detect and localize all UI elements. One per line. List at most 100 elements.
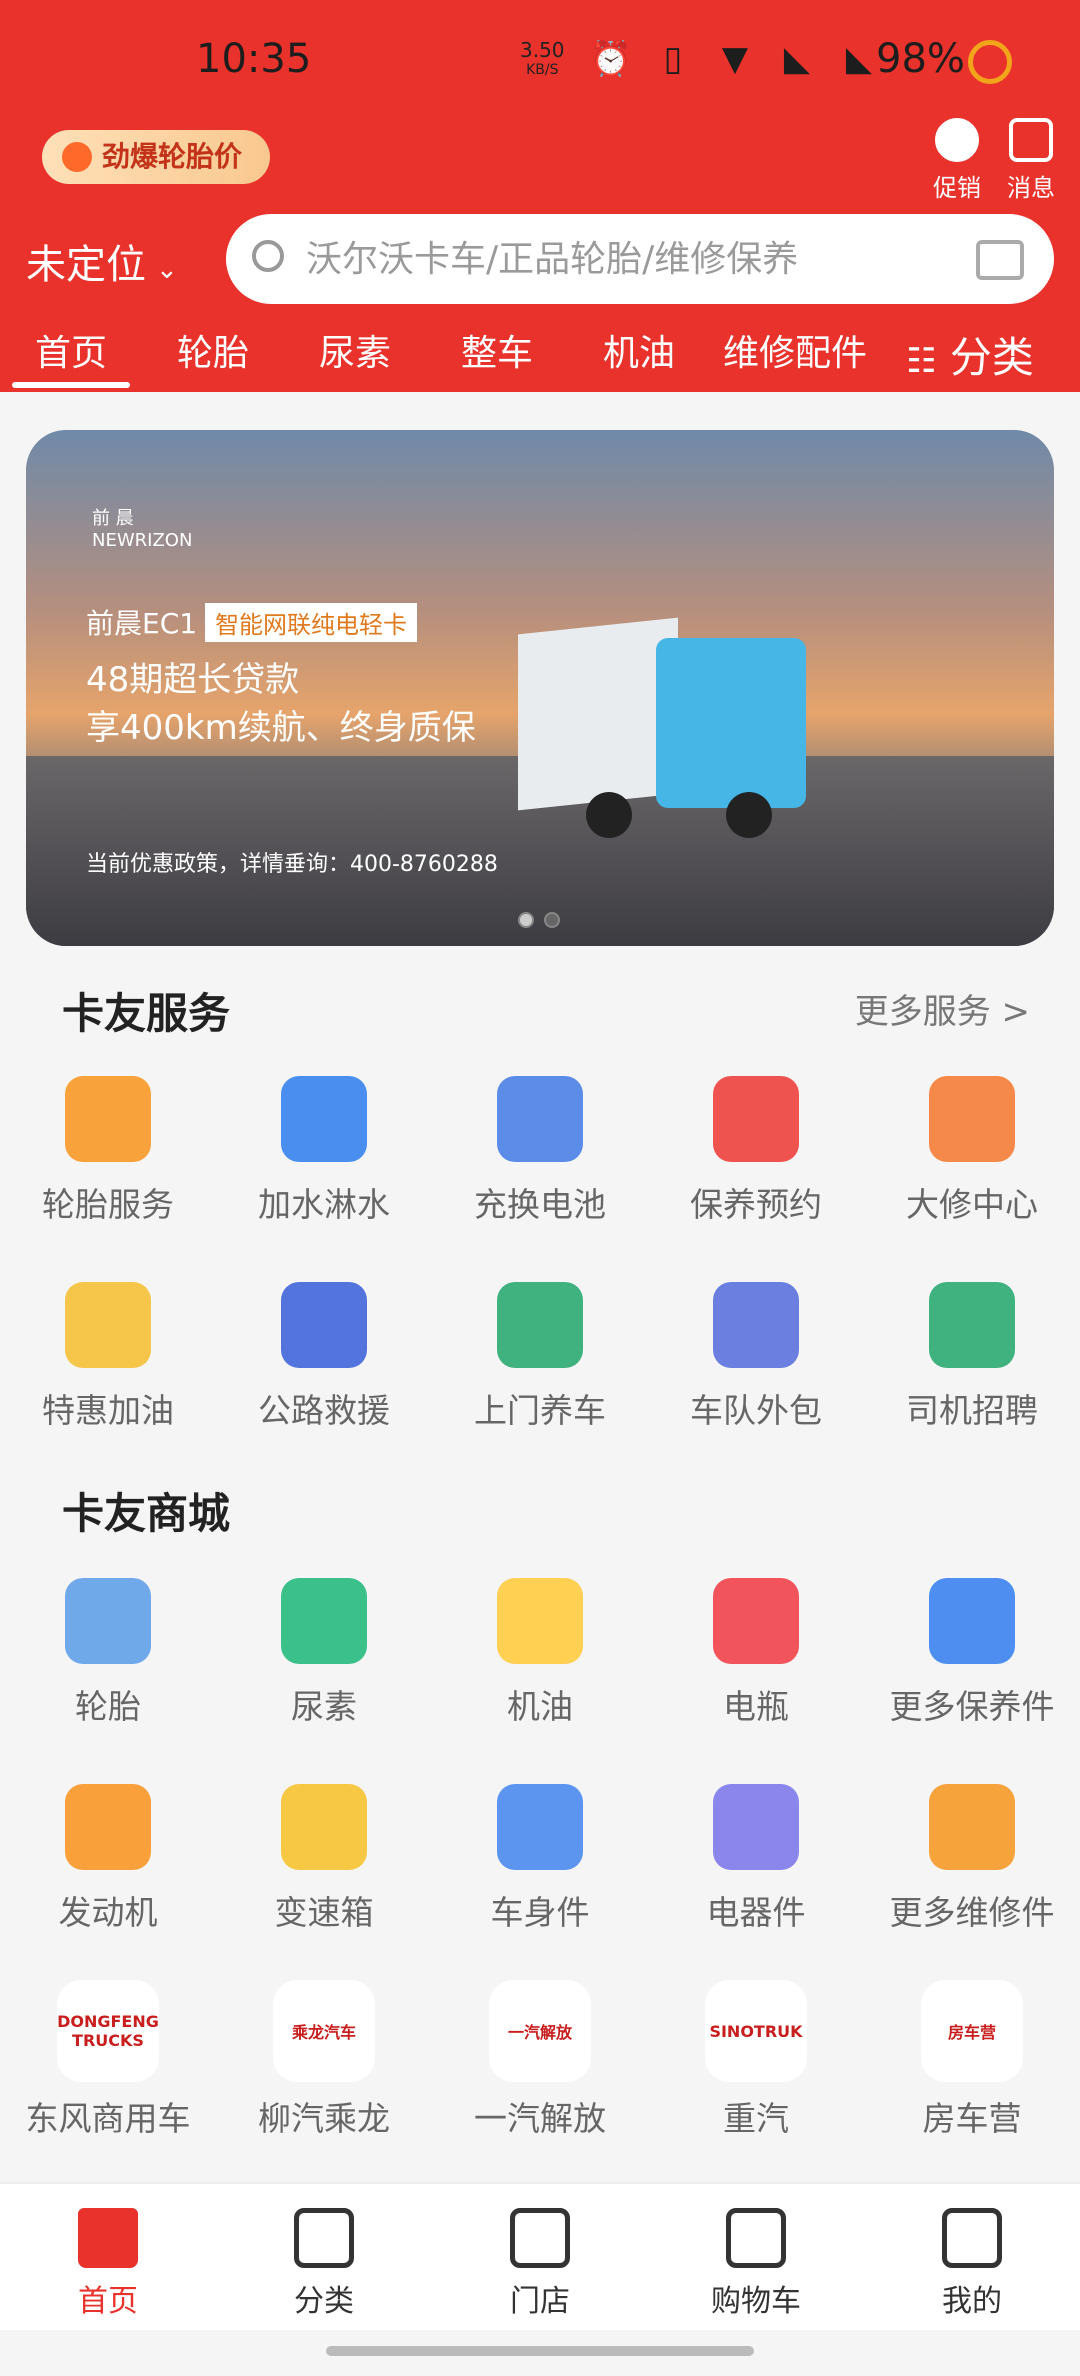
service-icon <box>65 1076 151 1162</box>
service-item[interactable]: 司机招聘 <box>864 1254 1080 1460</box>
banner-model-name: 前晨EC1 <box>86 607 198 640</box>
truck-wheel <box>586 792 632 838</box>
nav-cart-label: 购物车 <box>711 2284 801 2319</box>
mall-item[interactable]: 更多维修件 <box>864 1756 1080 1962</box>
service-item[interactable]: 上门养车 <box>432 1254 648 1460</box>
store-icon <box>510 2208 570 2268</box>
service-label: 特惠加油 <box>42 1391 174 1430</box>
mall-label: 电器件 <box>706 1893 806 1932</box>
speed-value: 3.50 <box>520 38 565 62</box>
promo-action[interactable]: 促销 <box>922 118 992 203</box>
mall-item[interactable]: 轮胎 <box>0 1550 216 1756</box>
service-item[interactable]: 车队外包 <box>648 1254 864 1460</box>
service-icon <box>281 1076 367 1162</box>
grid-icon <box>294 2208 354 2268</box>
mall-label: 发动机 <box>58 1893 158 1932</box>
brand-icon: 一汽解放 <box>489 1980 591 2082</box>
truck-cab <box>656 638 806 808</box>
brand-icon: DONGFENG TRUCKS <box>57 1980 159 2082</box>
scan-icon[interactable] <box>976 240 1024 280</box>
tab-engine-oil[interactable]: 机油 <box>568 318 710 392</box>
more-services-link[interactable]: 更多服务 > <box>855 984 1030 1033</box>
tab-tires[interactable]: 轮胎 <box>142 318 284 392</box>
banner-tag: 智能网联纯电轻卡 <box>205 603 418 642</box>
nav-cart[interactable]: 购物车 <box>648 2184 864 2330</box>
brand-label: 一汽解放 <box>474 2099 606 2138</box>
service-label: 保养预约 <box>690 1185 822 1224</box>
brand-grid: DONGFENG TRUCKS 东风商用车 乘龙汽车 柳汽乘龙 一汽解放 一汽解放 SINO… <box>0 1962 1080 2168</box>
tab-urea[interactable]: 尿素 <box>284 318 426 392</box>
message-action[interactable]: 消息 <box>996 118 1066 203</box>
service-item[interactable]: 轮胎服务 <box>0 1048 216 1254</box>
service-item[interactable]: 充换电池 <box>432 1048 648 1254</box>
service-icon <box>65 1282 151 1368</box>
chevron-down-icon: ⌄ <box>156 255 178 285</box>
tab-categories[interactable]: ☷ 分类 <box>880 318 1060 392</box>
nav-categories[interactable]: 分类 <box>216 2184 432 2330</box>
service-item[interactable]: 保养预约 <box>648 1048 864 1254</box>
mall-label: 电瓶 <box>723 1687 789 1726</box>
network-speed: 3.50 KB/S <box>520 40 565 80</box>
tab-repair-parts[interactable]: 维修配件 <box>710 318 880 392</box>
mall-item[interactable]: 更多保养件 <box>864 1550 1080 1756</box>
mall-icon <box>713 1578 799 1664</box>
service-label: 车队外包 <box>690 1391 822 1430</box>
promo-banner[interactable]: 前 晨 NEWRIZON 前晨EC1 智能网联纯电轻卡 48期超长贷款 享400k… <box>26 430 1054 946</box>
service-item[interactable]: 特惠加油 <box>0 1254 216 1460</box>
battery-icon <box>968 40 1012 84</box>
mall-item[interactable]: 电器件 <box>648 1756 864 1962</box>
service-label: 司机招聘 <box>906 1391 1038 1430</box>
mall-item[interactable]: 变速箱 <box>216 1756 432 1962</box>
status-bar: 10:35 3.50 KB/S ⏰ ▯ ▼ ◣ ◣ 98% <box>0 0 1080 120</box>
nav-home[interactable]: 首页 <box>0 2184 216 2330</box>
mall-item[interactable]: 车身件 <box>432 1756 648 1962</box>
services-grid: 轮胎服务 加水淋水 充换电池 保养预约 大修中心特惠加油 公路救援 上门养车 车队外包 司机招聘 <box>0 1048 1080 1460</box>
page-dot[interactable] <box>518 912 534 928</box>
services-title: 卡友服务 <box>62 989 231 1038</box>
mall-label: 机油 <box>507 1687 573 1726</box>
nav-home-label: 首页 <box>78 2284 138 2319</box>
mall-item[interactable]: 发动机 <box>0 1756 216 1962</box>
mall-icon <box>281 1784 367 1870</box>
bottom-nav: 首页 分类 门店 购物车 我的 <box>0 2182 1080 2330</box>
mall-label: 更多维修件 <box>889 1893 1055 1932</box>
location-label: 未定位 <box>26 242 146 288</box>
mall-item[interactable]: 电瓶 <box>648 1550 864 1756</box>
banner-pagination <box>518 912 560 928</box>
brand-item[interactable]: 一汽解放 一汽解放 <box>432 1962 648 2168</box>
service-label: 充换电池 <box>474 1185 606 1224</box>
wifi-icon: ▼ <box>721 39 749 79</box>
nav-profile[interactable]: 我的 <box>864 2184 1080 2330</box>
service-item[interactable]: 公路救援 <box>216 1254 432 1460</box>
search-input[interactable] <box>306 228 956 290</box>
service-item[interactable]: 大修中心 <box>864 1048 1080 1254</box>
brand-item[interactable]: DONGFENG TRUCKS 东风商用车 <box>0 1962 216 2168</box>
service-icon <box>713 1076 799 1162</box>
promo-action-label: 促销 <box>933 174 981 202</box>
nav-stores[interactable]: 门店 <box>432 2184 648 2330</box>
brand-item[interactable]: SINOTRUK 重汽 <box>648 1962 864 2168</box>
page-dot-active[interactable] <box>544 912 560 928</box>
speed-unit: KB/S <box>526 62 559 78</box>
brand-item[interactable]: 房车营 房车营 <box>864 1962 1080 2168</box>
promo-pill[interactable]: 劲爆轮胎价 <box>42 130 271 184</box>
brand-label: 东风商用车 <box>25 2099 191 2138</box>
search-bar[interactable] <box>226 214 1054 304</box>
service-icon <box>497 1282 583 1368</box>
cart-icon <box>726 2208 786 2268</box>
service-item[interactable]: 加水淋水 <box>216 1048 432 1254</box>
service-label: 加水淋水 <box>258 1185 390 1224</box>
brand-icon: 房车营 <box>921 1980 1023 2082</box>
banner-logo: 前 晨 NEWRIZON <box>92 504 192 551</box>
brand-item[interactable]: 乘龙汽车 柳汽乘龙 <box>216 1962 432 2168</box>
battery-percent: 98% <box>876 36 965 82</box>
mall-item[interactable]: 尿素 <box>216 1550 432 1756</box>
mall-item[interactable]: 机油 <box>432 1550 648 1756</box>
banner-line1: 48期超长贷款 <box>86 660 300 700</box>
tab-vehicles[interactable]: 整车 <box>426 318 568 392</box>
truck-wheel <box>726 792 772 838</box>
banner-line2: 享400km续航、终身质保 <box>86 708 476 748</box>
tab-home[interactable]: 首页 <box>0 318 142 392</box>
location-selector[interactable]: 未定位 ⌄ <box>26 232 178 290</box>
service-icon <box>929 1282 1015 1368</box>
